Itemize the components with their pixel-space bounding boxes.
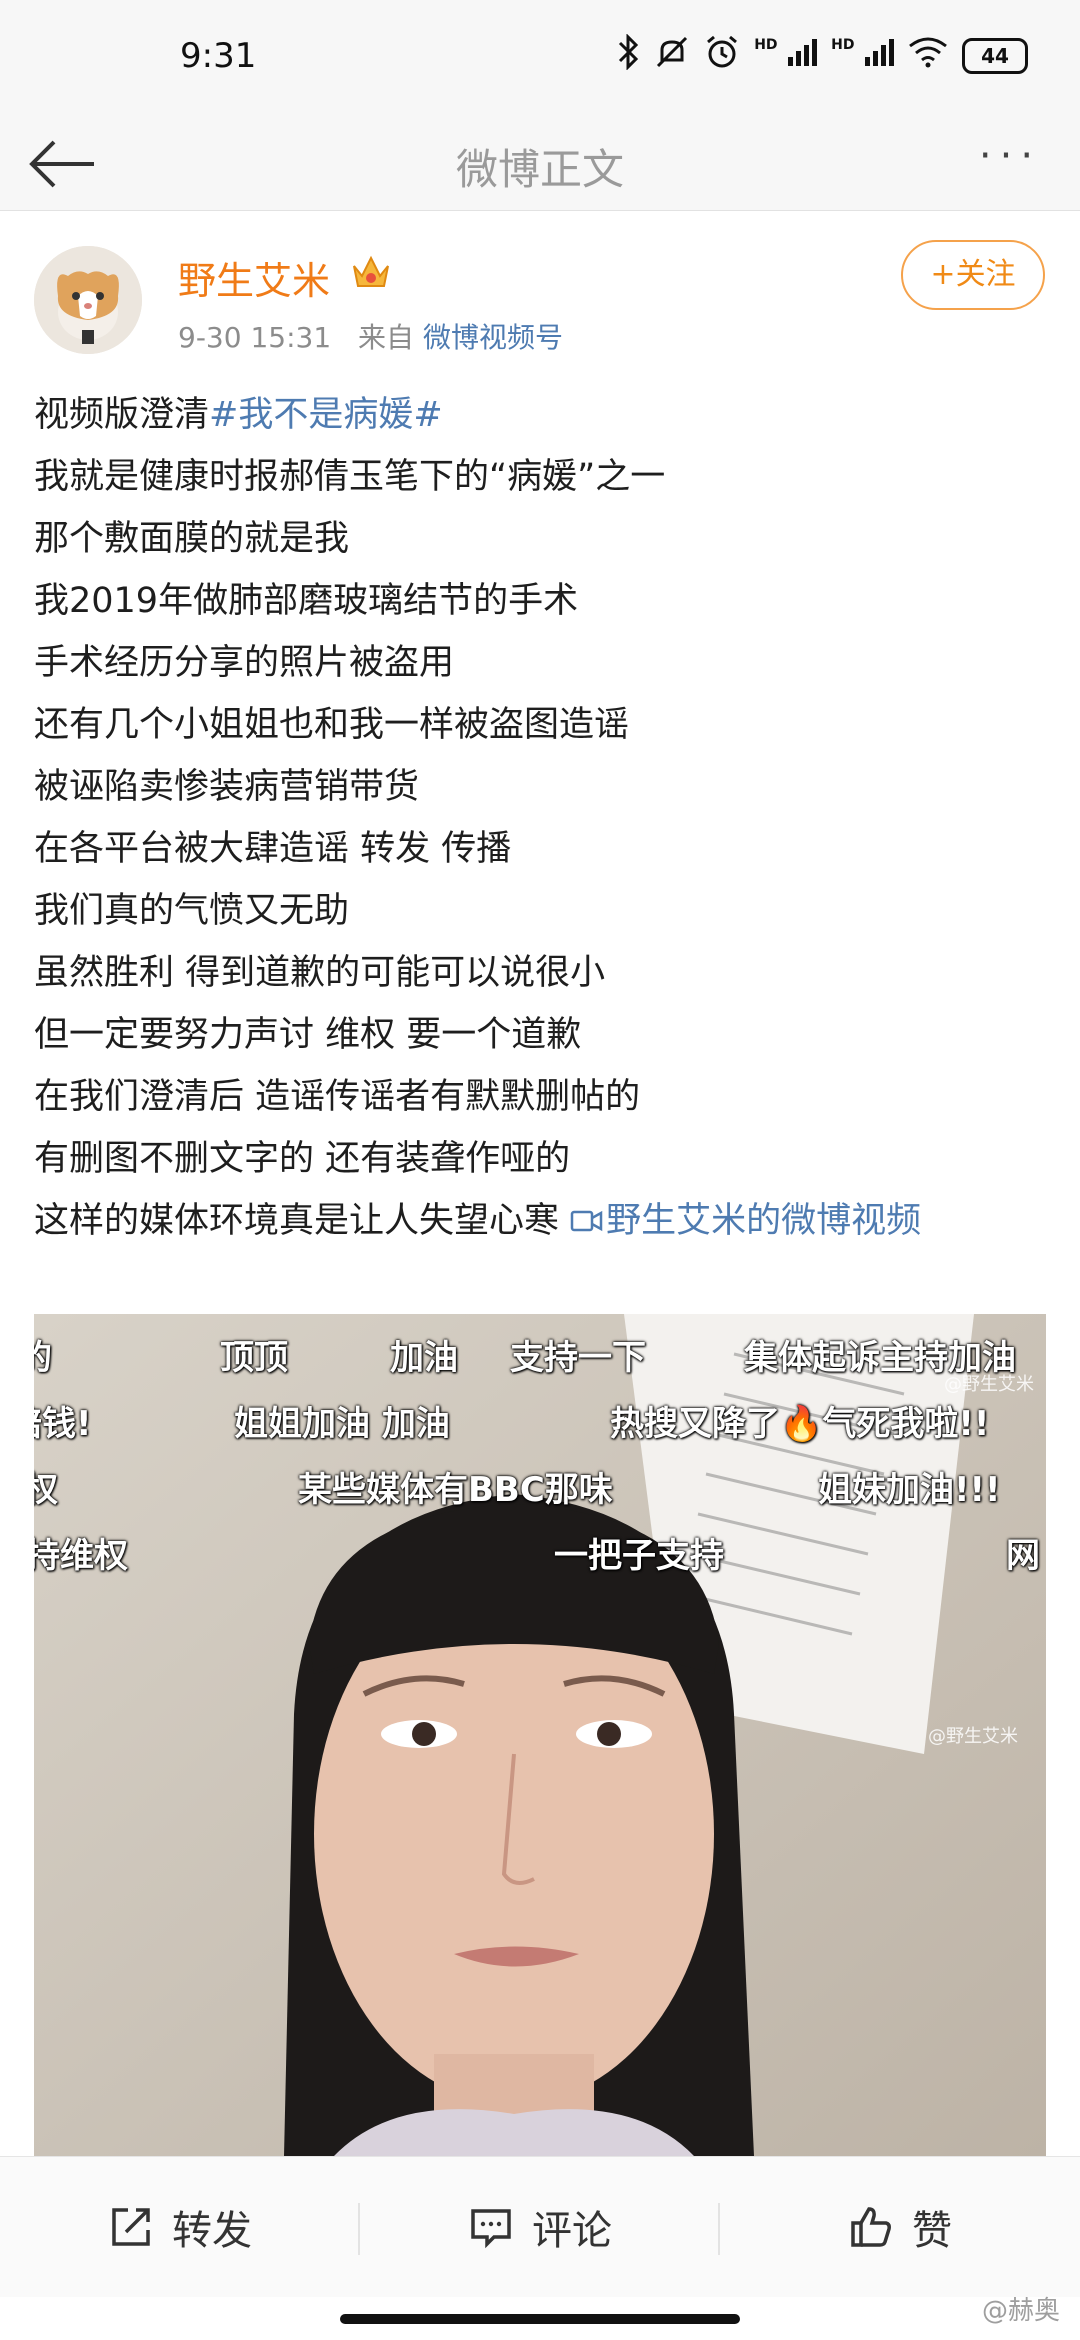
danmaku: 一把子支持 [554, 1536, 724, 1576]
cat-avatar-icon [34, 246, 142, 354]
signal-icon-2: HD [831, 37, 894, 75]
post-meta: 9-30 15:31 来自 微博视频号 [178, 316, 563, 356]
follow-label: 关注 [955, 257, 1016, 292]
more-button[interactable]: ··· [970, 136, 1050, 192]
danmaku: 某些媒体有BBC那味 [298, 1470, 613, 1510]
video-player[interactable]: 的 顶顶 加油 支持一下 集体起诉主持加油 赔钱! 姐姐加油 加油 热搜又降了🔥… [34, 1314, 1046, 2156]
wifi-icon [908, 36, 948, 76]
repost-icon [112, 2208, 150, 2246]
danmaku: 热搜又降了🔥气死我啦!! [610, 1404, 990, 1444]
signal-icon-1: HD [754, 37, 818, 75]
post-line: 我就是健康时报郝倩玉笔下的“病媛”之一 [34, 457, 666, 497]
danmaku: 赔钱! [34, 1404, 92, 1444]
danmaku: 姐妹加油!!! [818, 1470, 1001, 1510]
like-button[interactable]: 赞 [720, 2157, 1080, 2297]
source-link[interactable]: 微博视频号 [423, 321, 563, 354]
post-line: 在我们澄清后 造谣传谣者有默默删帖的 [34, 1077, 641, 1117]
danmaku: 网 [1006, 1536, 1040, 1576]
crown-badge-icon[interactable] [350, 252, 392, 296]
video-watermark: @野生艾米 [928, 1726, 1018, 1747]
post-line: 被诬陷卖惨装病营销带货 [34, 767, 420, 807]
post-line: 还有几个小姐姐也和我一样被盗图造谣 [34, 705, 630, 745]
danmaku: 支持一下 [510, 1338, 646, 1378]
hashtag-link[interactable]: #我不是病媛# [209, 395, 443, 435]
mute-icon [654, 34, 690, 78]
post-timestamp: 9-30 15:31 [178, 321, 332, 354]
action-bar: 转发 评论 赞 [0, 2156, 1080, 2297]
status-icons: HD HD 44 [618, 30, 1028, 82]
weibo-watermark: @赫奥 [981, 2296, 1060, 2326]
repost-button[interactable]: 转发 [0, 2157, 360, 2297]
post-line: 我们真的气愤又无助 [34, 891, 350, 931]
comment-label: 评论 [532, 2208, 612, 2254]
source-prefix: 来自 [358, 321, 415, 354]
post-line: 手术经历分享的照片被盗用 [34, 643, 455, 683]
page-title: 微博正文 [455, 145, 624, 194]
danmaku: 加油 [390, 1338, 458, 1378]
battery-icon: 44 [962, 38, 1028, 74]
post-line: 这样的媒体环境真是让人失望心寒 野生艾米的微博视频 [34, 1201, 922, 1241]
bluetooth-icon [618, 33, 640, 78]
like-label: 赞 [912, 2208, 952, 2254]
danmaku: 姐姐加油 加油 [234, 1404, 450, 1444]
username[interactable]: 野生艾米 [178, 250, 330, 305]
follow-button[interactable]: +关注 [901, 240, 1045, 310]
danmaku: 持维权 [34, 1536, 128, 1576]
comment-icon [471, 2209, 511, 2249]
post-line: 那个敷面膜的就是我 [34, 519, 350, 559]
home-indicator[interactable] [340, 2314, 740, 2324]
plus-icon: + [930, 257, 956, 292]
status-time: 9:31 [180, 36, 257, 76]
danmaku: 权 [34, 1470, 58, 1510]
post-line: 视频版澄清#我不是病媛# [34, 395, 443, 435]
alarm-icon [704, 34, 740, 78]
video-icon [570, 1210, 603, 1232]
thumbs-up-icon [851, 2207, 891, 2247]
post-line: 我2019年做肺部磨玻璃结节的手术 [34, 581, 579, 621]
status-bar: 9:31 HD HD 44 [0, 0, 1080, 118]
nav-bar: 微博正文 ··· [0, 118, 1080, 211]
repost-label: 转发 [172, 2208, 252, 2254]
post-line: 虽然胜利 得到道歉的可能可以说很小 [34, 953, 606, 993]
post-line: 有删图不删文字的 还有装聋作哑的 [34, 1139, 571, 1179]
danmaku: 的 [34, 1338, 52, 1378]
avatar[interactable] [34, 246, 142, 354]
post-line: 但一定要努力声讨 维权 要一个道歉 [34, 1015, 582, 1055]
video-link[interactable]: 野生艾米的微博视频 [570, 1201, 921, 1241]
video-watermark: @野生艾米 [944, 1374, 1034, 1395]
post-text: 视频版澄清#我不是病媛# 我就是健康时报郝倩玉笔下的“病媛”之一 那个敷面膜的就… [34, 384, 1044, 1252]
post-line: 在各平台被大肆造谣 转发 传播 [34, 829, 512, 869]
comment-button[interactable]: 评论 [360, 2157, 720, 2297]
danmaku: 顶顶 [220, 1338, 288, 1378]
